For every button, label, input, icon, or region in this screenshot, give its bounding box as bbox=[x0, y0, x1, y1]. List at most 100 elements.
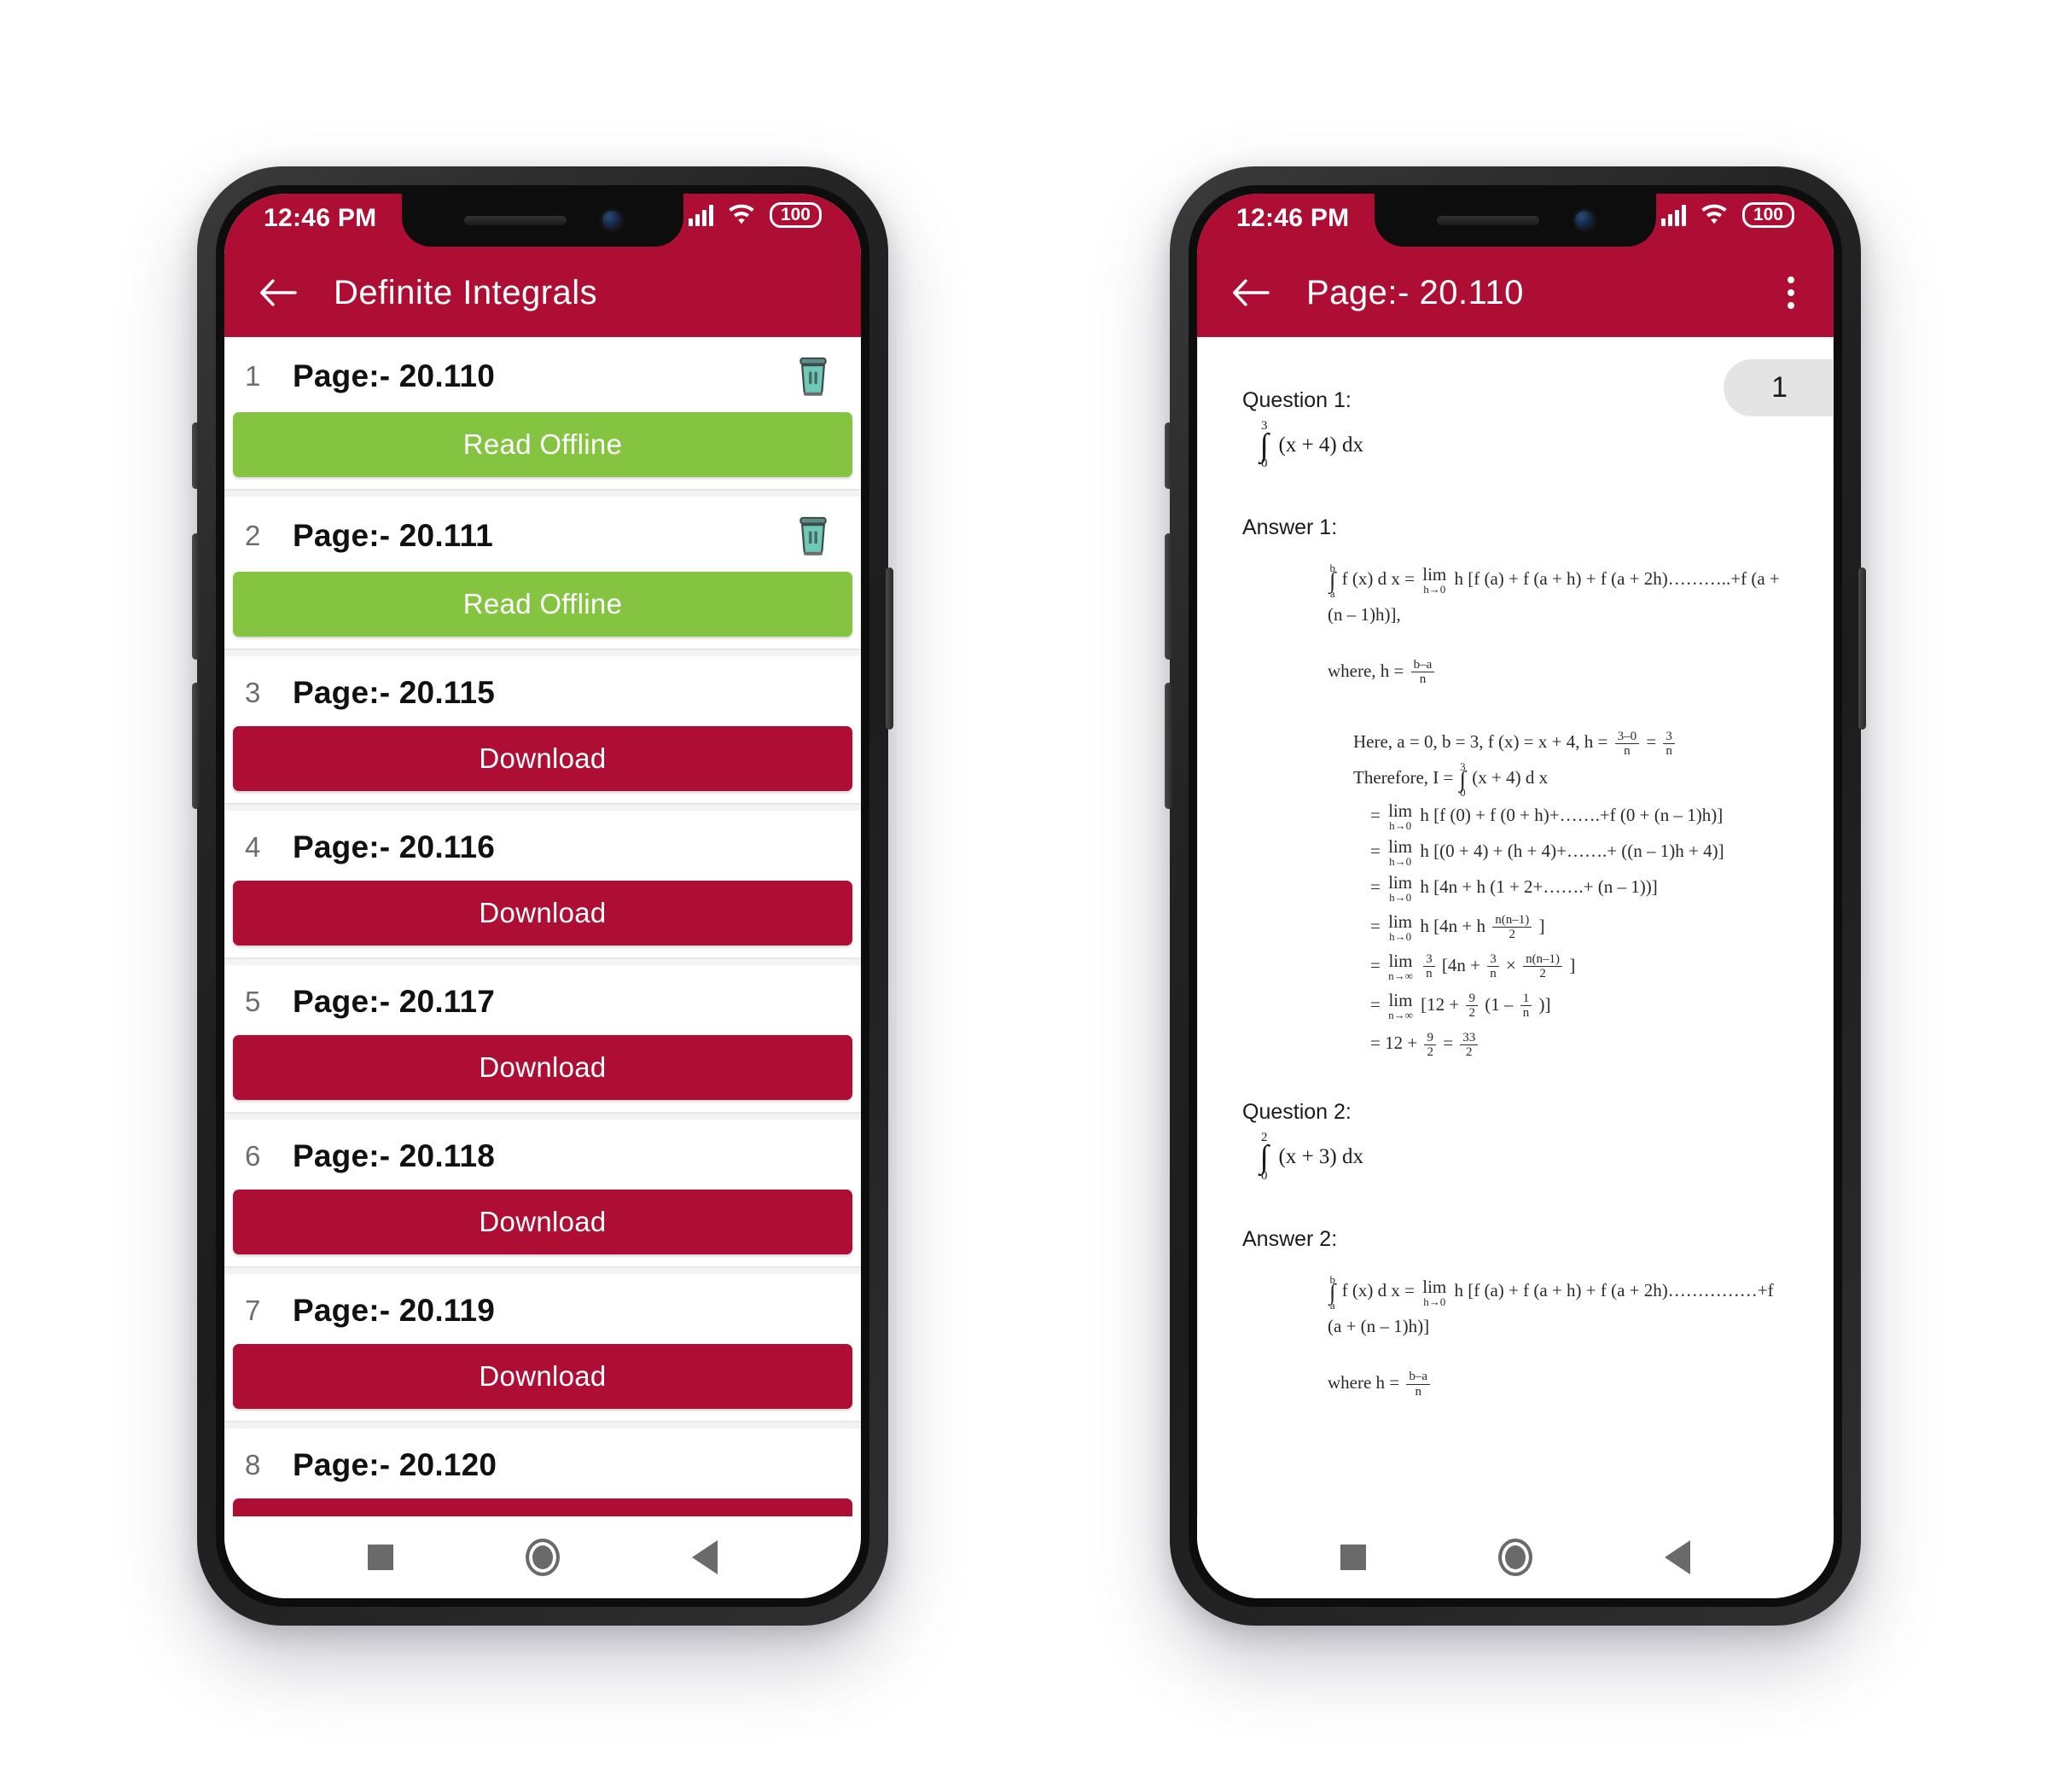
square-recents-icon[interactable] bbox=[1340, 1545, 1366, 1570]
answer-1-step-2: = lim h→0 h [(0 + 4) + (h + 4)+…….+ ((n –… bbox=[1370, 836, 1724, 869]
download-button[interactable]: Download bbox=[233, 1190, 852, 1254]
question-2-expression: 2 ∫ 0 (x + 3) dx bbox=[1258, 1132, 1788, 1183]
list-item-header: 4 Page:- 20.116 bbox=[224, 811, 861, 881]
circle-home-icon[interactable] bbox=[525, 1539, 560, 1576]
earpiece-speaker bbox=[464, 215, 567, 225]
list-item[interactable]: 1 Page:- 20.110 Read Offline bbox=[224, 337, 861, 489]
list-item[interactable]: 4 Page:- 20.116 Download bbox=[224, 811, 861, 957]
fraction-9-over-2: 92 bbox=[1466, 992, 1478, 1020]
answer-1-here: Here, a = 0, b = 3, f (x) = x + 4, h = 3… bbox=[1353, 725, 1788, 759]
answer-1-step-6: = lim n→∞ [12 + 92 (1 – 1n )] bbox=[1370, 989, 1551, 1021]
device-notch bbox=[1375, 194, 1656, 247]
list-item[interactable]: 2 Page:- 20.111 Read Offline bbox=[224, 497, 861, 649]
page-title: Page:- 20.110 bbox=[1306, 273, 1524, 311]
side-button-volume-down[interactable] bbox=[192, 683, 200, 809]
trash-icon[interactable] bbox=[794, 515, 832, 556]
triangle-back-icon[interactable] bbox=[692, 1540, 718, 1574]
side-button-volume-up[interactable] bbox=[1165, 533, 1172, 660]
list-item-index: 2 bbox=[245, 520, 261, 551]
read-offline-button[interactable]: Read Offline bbox=[233, 572, 852, 637]
limit-h0: lim h→0 bbox=[1388, 800, 1413, 833]
list-item-title: Page:- 20.110 bbox=[293, 358, 496, 393]
screenshot-stage: 12:46 PM 100 Definite Integrals 1 Page:-… bbox=[0, 0, 2058, 1792]
front-camera-icon bbox=[1575, 211, 1594, 230]
document-viewer[interactable]: 1 Question 1: 3 ∫ 0 (x + 4) dx Answer 1: bbox=[1197, 337, 1834, 1516]
side-button-power[interactable] bbox=[886, 567, 893, 730]
status-indicators: 100 bbox=[688, 202, 822, 228]
answer-1-result: = 12 + 92 = 33 2 bbox=[1370, 1027, 1788, 1061]
answer-2-label: Answer 2: bbox=[1242, 1227, 1338, 1252]
android-nav-bar bbox=[1197, 1516, 1834, 1598]
list-item-header: 7 Page:- 20.119 bbox=[224, 1274, 861, 1344]
list-item-header: 1 Page:- 20.110 bbox=[224, 337, 861, 412]
answer-1-where: where, h = b–a n bbox=[1328, 655, 1788, 689]
download-button[interactable]: Download bbox=[233, 1035, 852, 1100]
trash-icon[interactable] bbox=[794, 356, 832, 397]
back-arrow-icon[interactable] bbox=[259, 278, 298, 307]
side-button-volume-up[interactable] bbox=[192, 533, 200, 660]
list-item[interactable]: 8 Page:- 20.120 Download bbox=[224, 1428, 861, 1516]
battery-icon: 100 bbox=[769, 202, 822, 228]
integral-symbol-icon: 3 ∫ 0 bbox=[1259, 419, 1269, 471]
read-offline-button[interactable]: Read Offline bbox=[233, 412, 852, 477]
fraction-nn1-over-2: n(n–1) 2 bbox=[1492, 913, 1532, 941]
list-item-header: 6 Page:- 20.118 bbox=[224, 1120, 861, 1190]
list-item-index: 1 bbox=[245, 360, 261, 392]
wifi-icon bbox=[729, 204, 754, 224]
list-item-header: 2 Page:- 20.111 bbox=[224, 497, 861, 572]
list-item-title: Page:- 20.111 bbox=[293, 518, 494, 553]
fraction-3-over-n: 3n bbox=[1423, 952, 1435, 980]
signal-bars-icon bbox=[1660, 204, 1686, 226]
download-button[interactable]: Download bbox=[233, 726, 852, 791]
answer-1-definition: b ∫ a f (x) d x = lim h→0 h [f (a) + f (a +… bbox=[1328, 561, 1780, 625]
fraction-3-over-n: 3n bbox=[1663, 730, 1675, 758]
list-item[interactable]: 3 Page:- 20.115 Download bbox=[224, 656, 861, 803]
answer-1-step-1: = lim h→0 h [f (0) + f (0 + h)+…….+f (0 +… bbox=[1370, 800, 1724, 833]
page-title: Definite Integrals bbox=[334, 273, 598, 311]
circle-home-icon[interactable] bbox=[1497, 1539, 1532, 1576]
list-item-header: 8 Page:- 20.120 bbox=[224, 1428, 861, 1498]
side-button-volume-down[interactable] bbox=[1165, 683, 1172, 809]
triangle-back-icon[interactable] bbox=[1665, 1540, 1691, 1574]
limit-h0: lim h→0 bbox=[1388, 872, 1413, 905]
question-2-label: Question 2: bbox=[1242, 1100, 1352, 1125]
kebab-menu-icon[interactable] bbox=[1782, 271, 1799, 314]
android-nav-bar bbox=[224, 1516, 861, 1598]
square-recents-icon[interactable] bbox=[367, 1545, 393, 1570]
download-button[interactable]: Download bbox=[233, 881, 852, 945]
fraction-9-over-2: 92 bbox=[1424, 1031, 1436, 1059]
document-blank-space bbox=[1242, 1400, 1788, 1516]
back-arrow-icon[interactable] bbox=[1231, 278, 1270, 307]
phone-screen-reader: 12:46 PM 100 Page:- 20.110 1 Question 1:… bbox=[1197, 194, 1834, 1598]
wifi-icon bbox=[1701, 204, 1727, 224]
fraction-1-over-n: 1n bbox=[1520, 992, 1532, 1020]
app-bar-list: Definite Integrals bbox=[224, 248, 861, 337]
list-item[interactable]: 5 Page:- 20.117 Download bbox=[224, 965, 861, 1112]
integral-symbol-icon: 2 ∫ 0 bbox=[1259, 1131, 1269, 1183]
list-item-title: Page:- 20.117 bbox=[293, 984, 496, 1019]
list-item[interactable]: 6 Page:- 20.118 Download bbox=[224, 1120, 861, 1266]
side-button-mute[interactable] bbox=[1165, 422, 1172, 489]
answer-1-therefore: Therefore, I = 3 ∫ 0 (x + 4) d x bbox=[1353, 760, 1549, 799]
list-item[interactable]: 7 Page:- 20.119 Download bbox=[224, 1274, 861, 1421]
phone-device-list: 12:46 PM 100 Definite Integrals 1 Page:-… bbox=[192, 166, 893, 1626]
page-list[interactable]: 1 Page:- 20.110 Read Offline 2 Page:- 20.11… bbox=[224, 337, 861, 1516]
phone-device-reader: 12:46 PM 100 Page:- 20.110 1 Question 1:… bbox=[1165, 166, 1866, 1626]
limit-h0: lim h→0 bbox=[1422, 1276, 1447, 1308]
phone-bezel: 12:46 PM 100 Definite Integrals 1 Page:-… bbox=[216, 185, 869, 1607]
question-1-body: (x + 4) dx bbox=[1278, 433, 1364, 457]
download-button[interactable]: Download bbox=[233, 1344, 852, 1409]
integral-ab-icon: b ∫ a bbox=[1329, 561, 1336, 600]
side-button-power[interactable] bbox=[1858, 567, 1866, 730]
signal-bars-icon bbox=[688, 204, 713, 226]
device-notch bbox=[402, 194, 683, 247]
list-item-title: Page:- 20.116 bbox=[293, 829, 496, 864]
question-1-expression: 3 ∫ 0 (x + 4) dx bbox=[1258, 419, 1788, 471]
download-button[interactable]: Download bbox=[233, 1498, 852, 1516]
page-number-badge: 1 bbox=[1724, 359, 1834, 416]
status-time: 12:46 PM bbox=[264, 204, 377, 232]
fraction-b-a-over-n: b–a n bbox=[1406, 1370, 1431, 1399]
side-button-mute[interactable] bbox=[192, 422, 200, 489]
question-1-label: Question 1: bbox=[1242, 388, 1352, 412]
list-item-index: 7 bbox=[245, 1295, 261, 1326]
